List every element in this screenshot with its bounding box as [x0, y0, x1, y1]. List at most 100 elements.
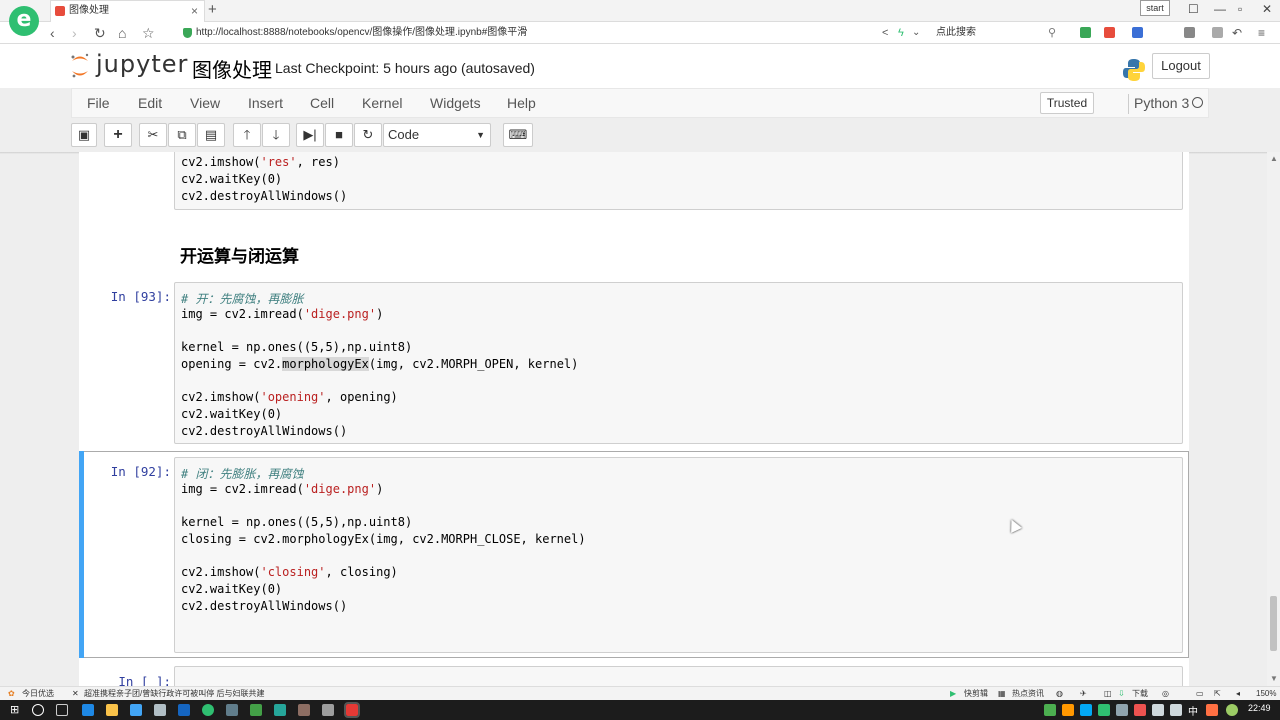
dropdown-icon[interactable]: ⌄	[912, 24, 920, 42]
status-icon-6[interactable]: ⇱	[1214, 688, 1221, 700]
share-icon[interactable]: <	[882, 24, 888, 42]
edge-icon[interactable]	[82, 704, 94, 716]
copy-button[interactable]: ⧉	[168, 123, 196, 147]
menu-view[interactable]: View	[190, 95, 220, 111]
gift-icon[interactable]: ✿	[8, 688, 15, 700]
browser-tab[interactable]: 图像处理 ×	[50, 0, 205, 22]
zoom-level[interactable]: 150%	[1256, 688, 1276, 700]
home-icon[interactable]: ⌂	[118, 24, 126, 42]
cut-button[interactable]: ✂	[139, 123, 167, 147]
file-explorer-icon[interactable]	[106, 704, 118, 716]
blocker-icon[interactable]	[1104, 27, 1115, 38]
status-icon-1[interactable]: ◍	[1056, 688, 1063, 700]
store-icon[interactable]	[130, 704, 142, 716]
extension-icon[interactable]	[1080, 27, 1091, 38]
terminal-icon[interactable]	[226, 704, 238, 716]
status-download[interactable]: 下载	[1132, 688, 1148, 700]
task-view-icon[interactable]	[56, 704, 68, 716]
logout-button[interactable]: Logout	[1152, 53, 1210, 79]
tray-icon-6[interactable]	[1206, 704, 1218, 716]
status-icon-2[interactable]: ✈	[1080, 688, 1087, 700]
system-clock[interactable]: 22:49	[1248, 703, 1271, 713]
status-icon-4[interactable]: ◎	[1162, 688, 1169, 700]
tray-icon-5[interactable]	[1134, 704, 1146, 716]
status-today[interactable]: 今日优选	[22, 688, 54, 700]
volume-tray-icon[interactable]	[1170, 704, 1182, 716]
menu-help[interactable]: Help	[507, 95, 536, 111]
minimize-icon[interactable]: —	[1214, 2, 1226, 16]
cell-type-select[interactable]: Code ▼	[383, 123, 491, 147]
code-cell-closing[interactable]: # 闭：先膨胀，再腐蚀 img = cv2.imread('dige.png')…	[174, 457, 1183, 653]
apps-icon[interactable]	[1184, 27, 1195, 38]
status-icon-3[interactable]: ◫	[1104, 688, 1112, 700]
menu-widgets[interactable]: Widgets	[430, 95, 481, 111]
translate-icon[interactable]	[1132, 27, 1143, 38]
tray-icon-1[interactable]	[1044, 704, 1056, 716]
vscode-icon[interactable]	[178, 704, 190, 716]
scroll-up-icon[interactable]: ▲	[1270, 154, 1278, 163]
menu-icon[interactable]: ≡	[1258, 24, 1265, 42]
start-overlay[interactable]: start	[1140, 0, 1170, 16]
search-input[interactable]: 点此搜索 ⚲	[930, 24, 1060, 42]
kernel-name[interactable]: Python 3	[1134, 95, 1189, 111]
menu-cell[interactable]: Cell	[310, 95, 334, 111]
app-icon-1[interactable]	[250, 704, 262, 716]
wechat-icon[interactable]	[1098, 704, 1110, 716]
url-input[interactable]: http://localhost:8888/notebooks/opencv/图…	[178, 24, 918, 42]
restart-button[interactable]: ↻	[354, 123, 382, 147]
mail-icon[interactable]	[154, 704, 166, 716]
markdown-heading[interactable]: 开运算与闭运算	[180, 242, 299, 267]
maximize-icon[interactable]: ▫	[1238, 2, 1242, 16]
windows-start-icon[interactable]: ⊞	[10, 704, 22, 716]
lightning-icon[interactable]: ϟ	[898, 24, 904, 42]
save-button[interactable]: ▣	[71, 123, 97, 147]
code-cell-opening[interactable]: # 开：先腐蚀，再膨胀 img = cv2.imread('dige.png')…	[174, 282, 1183, 444]
status-hot-news[interactable]: 热点资讯	[1012, 688, 1044, 700]
download-icon[interactable]: ⇩	[1118, 688, 1125, 700]
reload-icon[interactable]: ↻	[94, 24, 106, 42]
status-quick-cut[interactable]: 快剪辑	[964, 688, 988, 700]
volume-icon[interactable]: ◂	[1236, 688, 1240, 700]
move-down-button[interactable]: 🡓	[262, 123, 290, 147]
hot-news-icon[interactable]: ▦	[998, 688, 1006, 700]
run-button[interactable]: ▶|	[296, 123, 324, 147]
interrupt-button[interactable]: ■	[325, 123, 353, 147]
tray-icon-3[interactable]	[1080, 704, 1092, 716]
trusted-badge[interactable]: Trusted	[1040, 92, 1094, 114]
scroll-down-icon[interactable]: ▼	[1270, 674, 1278, 683]
command-palette-button[interactable]: ⌨	[503, 123, 533, 147]
menu-edit[interactable]: Edit	[138, 95, 162, 111]
new-tab-button[interactable]: +	[208, 1, 217, 18]
menu-insert[interactable]: Insert	[248, 95, 283, 111]
paste-button[interactable]: ▤	[197, 123, 225, 147]
active-app-icon[interactable]	[344, 702, 360, 718]
browser-task-icon[interactable]	[202, 704, 214, 716]
bookmark-star-icon[interactable]: ☆	[142, 24, 155, 42]
back-icon[interactable]: ‹	[50, 24, 55, 42]
move-up-button[interactable]: 🡑	[233, 123, 261, 147]
cortana-icon[interactable]	[32, 704, 44, 716]
app-icon-3[interactable]	[298, 704, 310, 716]
tab-close-icon[interactable]: ×	[191, 1, 198, 21]
status-news[interactable]: 超准携程亲子团/曾缺行政许可被叫停 后与妇联共建	[84, 688, 264, 700]
menu-file[interactable]: File	[87, 95, 110, 111]
forward-icon[interactable]: ›	[72, 24, 77, 42]
code-cell-empty[interactable]	[174, 666, 1183, 686]
notebook-name[interactable]: 图像处理	[192, 54, 272, 83]
status-icon-5[interactable]: ▭	[1196, 688, 1204, 700]
insert-cell-button[interactable]: +	[104, 123, 132, 147]
skin-icon[interactable]: ☐	[1188, 2, 1199, 16]
network-icon[interactable]	[1152, 704, 1164, 716]
close-window-icon[interactable]: ✕	[1262, 2, 1272, 16]
screenshot-icon[interactable]	[1212, 27, 1223, 38]
page-scrollbar[interactable]: ▲ ▼	[1267, 152, 1280, 686]
undo-icon[interactable]: ↶	[1232, 24, 1242, 42]
menu-kernel[interactable]: Kernel	[362, 95, 402, 111]
app-icon-4[interactable]	[322, 704, 334, 716]
jupyter-logo-text[interactable]: jupyter	[96, 50, 188, 78]
quick-cut-icon[interactable]: ▶	[950, 688, 956, 700]
ime-indicator[interactable]: 中	[1188, 703, 1198, 718]
close-news-icon[interactable]: ✕	[72, 688, 79, 700]
tray-icon-4[interactable]	[1116, 704, 1128, 716]
search-icon[interactable]: ⚲	[1048, 24, 1056, 42]
